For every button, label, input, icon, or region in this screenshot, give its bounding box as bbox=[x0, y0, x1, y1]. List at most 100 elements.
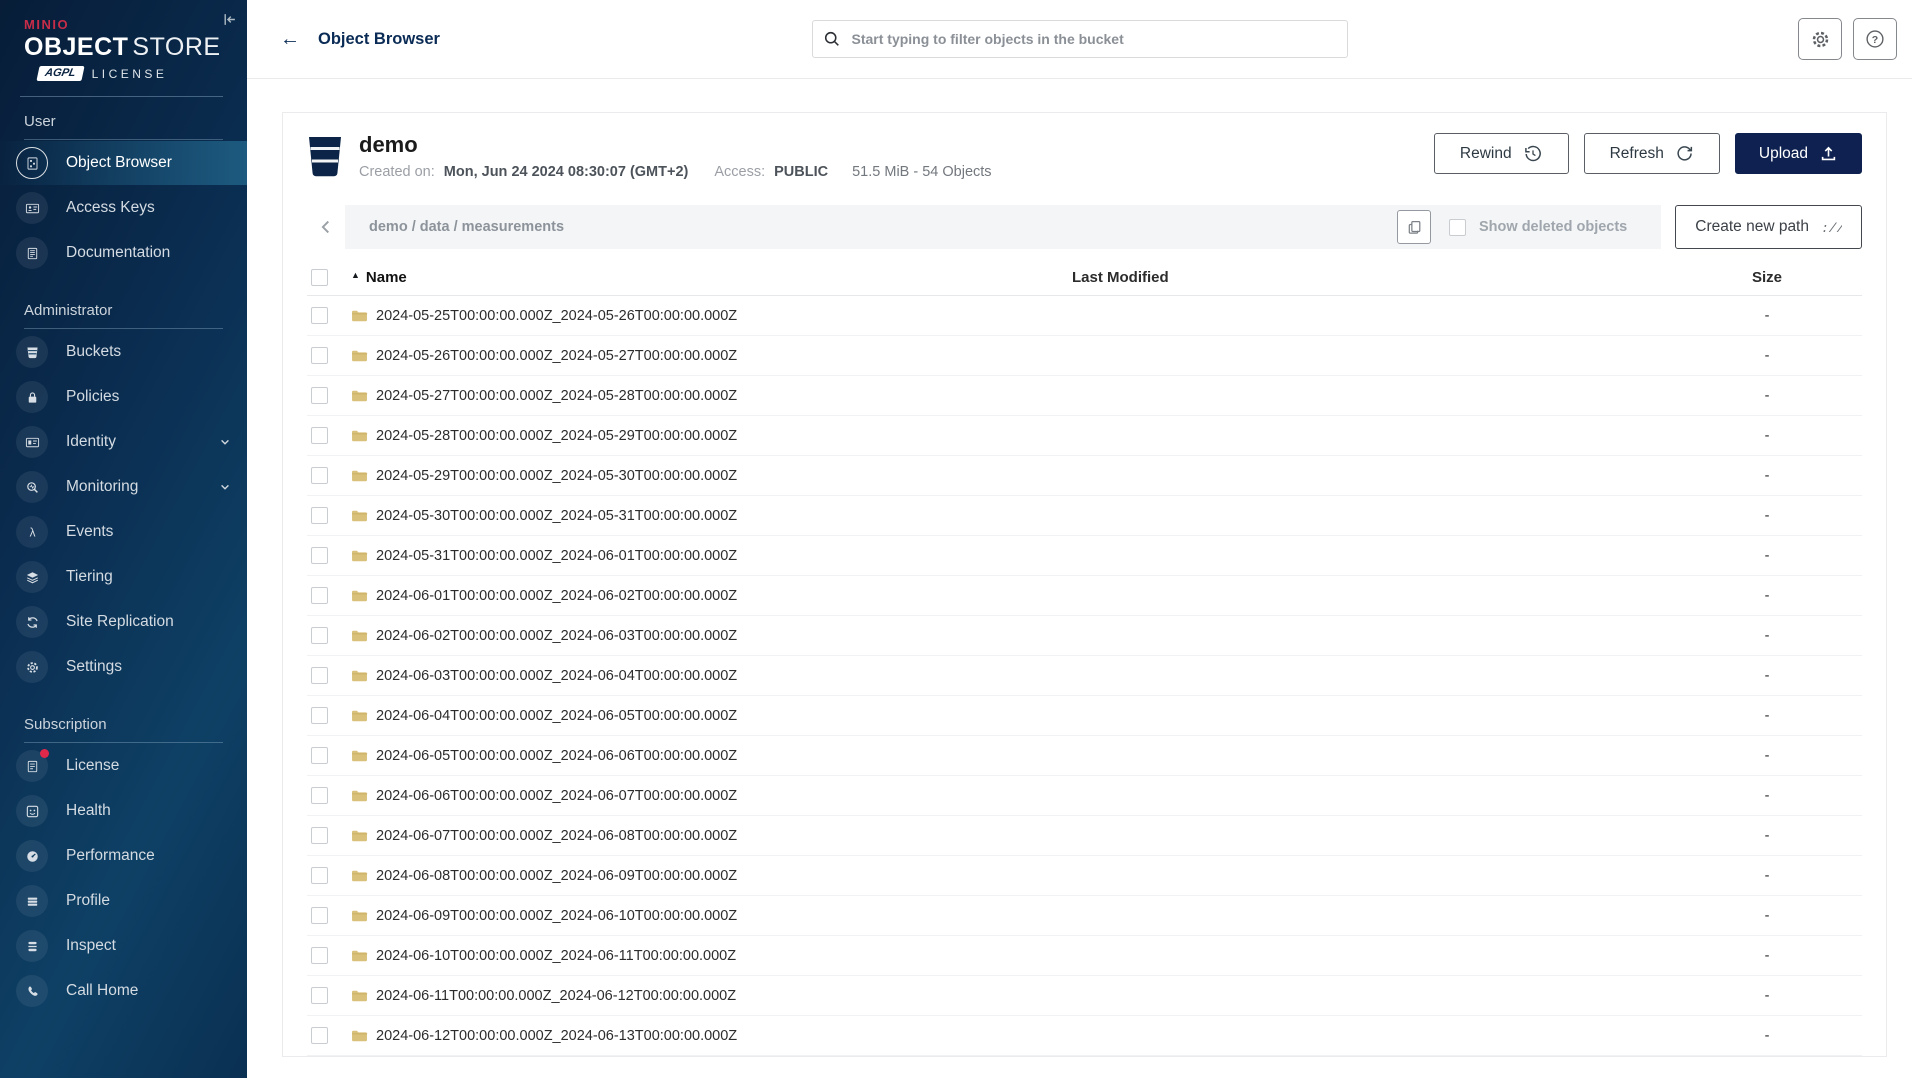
back-button[interactable]: ← bbox=[274, 28, 306, 50]
sidebar-item-settings[interactable]: Settings bbox=[0, 645, 247, 689]
sidebar-item-identity[interactable]: Identity bbox=[0, 420, 247, 464]
row-checkbox[interactable] bbox=[311, 627, 328, 644]
row-checkbox[interactable] bbox=[311, 347, 328, 364]
table-row[interactable]: 2024-05-31T00:00:00.000Z_2024-06-01T00:0… bbox=[307, 536, 1862, 576]
settings-button[interactable] bbox=[1798, 18, 1842, 60]
performance-icon bbox=[16, 840, 48, 872]
table-row[interactable]: 2024-06-07T00:00:00.000Z_2024-06-08T00:0… bbox=[307, 816, 1862, 856]
table-row[interactable]: 2024-06-11T00:00:00.000Z_2024-06-12T00:0… bbox=[307, 976, 1862, 1016]
policies-icon bbox=[16, 381, 48, 413]
column-header-name[interactable]: ▲ Name bbox=[351, 269, 1072, 286]
table-row[interactable]: 2024-05-30T00:00:00.000Z_2024-05-31T00:0… bbox=[307, 496, 1862, 536]
help-button[interactable]: ? bbox=[1853, 18, 1897, 60]
sidebar-item-object-browser[interactable]: Object Browser bbox=[0, 141, 247, 185]
row-checkbox[interactable] bbox=[311, 387, 328, 404]
table-row[interactable]: 2024-06-01T00:00:00.000Z_2024-06-02T00:0… bbox=[307, 576, 1862, 616]
sidebar-item-events[interactable]: λ Events bbox=[0, 510, 247, 554]
bucket-card: demo Created on: Mon, Jun 24 2024 08:30:… bbox=[282, 112, 1887, 1057]
object-size: - bbox=[1764, 1027, 1770, 1044]
create-new-path-button[interactable]: Create new path :// bbox=[1675, 205, 1862, 249]
row-checkbox[interactable] bbox=[311, 907, 328, 924]
row-checkbox[interactable] bbox=[311, 667, 328, 684]
inspect-icon bbox=[16, 930, 48, 962]
row-checkbox[interactable] bbox=[311, 467, 328, 484]
license-line: AGPL LICENSE bbox=[36, 66, 247, 81]
object-name: 2024-06-05T00:00:00.000Z_2024-06-06T00:0… bbox=[376, 747, 738, 764]
sidebar-collapse-button[interactable] bbox=[218, 8, 241, 34]
table-row[interactable]: 2024-06-08T00:00:00.000Z_2024-06-09T00:0… bbox=[307, 856, 1862, 896]
sidebar-item-inspect[interactable]: Inspect bbox=[0, 924, 247, 968]
product-title: OBJECT STORE bbox=[24, 33, 221, 61]
sidebar-section-label: User bbox=[24, 113, 223, 140]
sidebar-item-site-replication[interactable]: Site Replication bbox=[0, 600, 247, 644]
bucket-name: demo bbox=[359, 132, 418, 157]
table-row[interactable]: 2024-05-28T00:00:00.000Z_2024-05-29T00:0… bbox=[307, 416, 1862, 456]
copy-icon bbox=[1406, 219, 1423, 236]
select-all-checkbox[interactable] bbox=[311, 268, 328, 286]
object-size: - bbox=[1764, 747, 1770, 764]
sidebar-item-policies[interactable]: Policies bbox=[0, 375, 247, 419]
row-checkbox[interactable] bbox=[311, 827, 328, 844]
row-checkbox[interactable] bbox=[311, 547, 328, 564]
folder-icon bbox=[351, 909, 368, 923]
table-row[interactable]: 2024-06-05T00:00:00.000Z_2024-06-06T00:0… bbox=[307, 736, 1862, 776]
table-row[interactable]: 2024-05-26T00:00:00.000Z_2024-05-27T00:0… bbox=[307, 336, 1862, 376]
sidebar-item-call-home[interactable]: Call Home bbox=[0, 969, 247, 1013]
sidebar-item-label: Health bbox=[66, 802, 111, 819]
table-row[interactable]: 2024-05-27T00:00:00.000Z_2024-05-28T00:0… bbox=[307, 376, 1862, 416]
sidebar-item-label: Access Keys bbox=[66, 199, 155, 216]
minio-brand-text: MINIO bbox=[24, 17, 70, 32]
upload-button[interactable]: Upload bbox=[1734, 133, 1862, 174]
rewind-button[interactable]: Rewind bbox=[1433, 133, 1569, 174]
row-checkbox[interactable] bbox=[311, 867, 328, 884]
row-checkbox[interactable] bbox=[311, 747, 328, 764]
sidebar-item-buckets[interactable]: Buckets bbox=[0, 330, 247, 374]
object-name: 2024-06-07T00:00:00.000Z_2024-06-08T00:0… bbox=[376, 827, 738, 844]
copy-path-button[interactable] bbox=[1397, 210, 1431, 244]
sidebar-item-profile[interactable]: Profile bbox=[0, 879, 247, 923]
monitoring-icon bbox=[16, 471, 48, 503]
row-checkbox[interactable] bbox=[311, 947, 328, 964]
table-row[interactable]: 2024-06-10T00:00:00.000Z_2024-06-11T00:0… bbox=[307, 936, 1862, 976]
sidebar-item-label: License bbox=[66, 757, 120, 774]
top-bar: ← Object Browser ? bbox=[247, 0, 1912, 79]
row-checkbox[interactable] bbox=[311, 987, 328, 1004]
object-size: - bbox=[1764, 867, 1770, 884]
sidebar-item-documentation[interactable]: Documentation bbox=[0, 231, 247, 275]
object-size: - bbox=[1764, 467, 1770, 484]
row-checkbox[interactable] bbox=[311, 427, 328, 444]
show-deleted-checkbox[interactable] bbox=[1449, 218, 1466, 236]
sidebar-item-monitoring[interactable]: Monitoring bbox=[0, 465, 247, 509]
created-on-label: Created on: bbox=[359, 164, 435, 181]
refresh-button[interactable]: Refresh bbox=[1583, 133, 1720, 174]
table-row[interactable]: 2024-06-03T00:00:00.000Z_2024-06-04T00:0… bbox=[307, 656, 1862, 696]
object-size: - bbox=[1764, 827, 1770, 844]
table-row[interactable]: 2024-06-02T00:00:00.000Z_2024-06-03T00:0… bbox=[307, 616, 1862, 656]
row-checkbox[interactable] bbox=[311, 707, 328, 724]
sort-asc-icon: ▲ bbox=[351, 270, 360, 280]
column-header-size: Size bbox=[1751, 268, 1782, 286]
sidebar-item-health[interactable]: Health bbox=[0, 789, 247, 833]
object-name: 2024-06-08T00:00:00.000Z_2024-06-09T00:0… bbox=[376, 867, 738, 884]
path-back-button[interactable] bbox=[307, 205, 345, 249]
table-row[interactable]: 2024-06-06T00:00:00.000Z_2024-06-07T00:0… bbox=[307, 776, 1862, 816]
object-name: 2024-05-31T00:00:00.000Z_2024-06-01T00:0… bbox=[376, 547, 738, 564]
breadcrumb[interactable]: demo / data / measurements bbox=[369, 219, 1397, 235]
table-row[interactable]: 2024-05-29T00:00:00.000Z_2024-05-30T00:0… bbox=[307, 456, 1862, 496]
row-checkbox[interactable] bbox=[311, 787, 328, 804]
sidebar-item-access-keys[interactable]: Access Keys bbox=[0, 186, 247, 230]
call-home-icon bbox=[16, 975, 48, 1007]
table-row[interactable]: 2024-06-09T00:00:00.000Z_2024-06-10T00:0… bbox=[307, 896, 1862, 936]
sidebar-item-tiering[interactable]: Tiering bbox=[0, 555, 247, 599]
table-row[interactable]: 2024-06-12T00:00:00.000Z_2024-06-13T00:0… bbox=[307, 1016, 1862, 1056]
row-checkbox[interactable] bbox=[311, 507, 328, 524]
table-row[interactable]: 2024-06-04T00:00:00.000Z_2024-06-05T00:0… bbox=[307, 696, 1862, 736]
row-checkbox[interactable] bbox=[311, 587, 328, 604]
row-checkbox[interactable] bbox=[311, 1027, 328, 1044]
object-size: - bbox=[1764, 947, 1770, 964]
search-input[interactable] bbox=[849, 30, 1337, 48]
sidebar-item-performance[interactable]: Performance bbox=[0, 834, 247, 878]
table-row[interactable]: 2024-05-25T00:00:00.000Z_2024-05-26T00:0… bbox=[307, 296, 1862, 336]
sidebar-item-license[interactable]: License bbox=[0, 744, 247, 788]
row-checkbox[interactable] bbox=[311, 307, 328, 324]
